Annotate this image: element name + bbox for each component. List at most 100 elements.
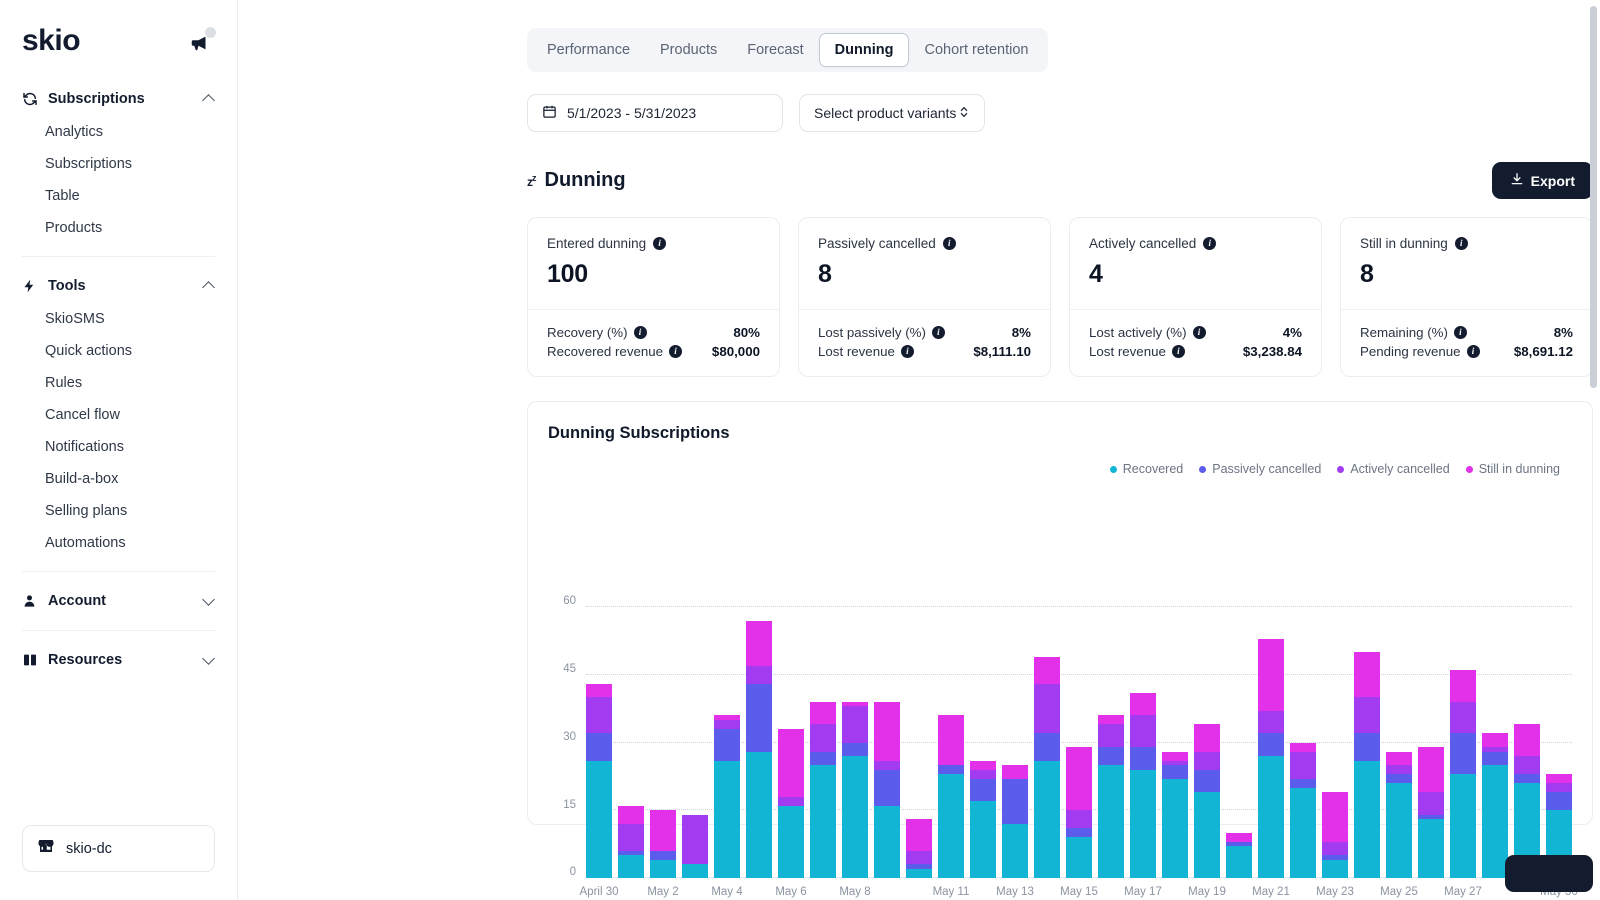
kpi-card-value: 8 [1360, 260, 1374, 288]
sidebar-item-subscriptions[interactable]: Subscriptions [0, 148, 237, 180]
sidebar-item-cancel-flow[interactable]: Cancel flow [0, 399, 237, 431]
kpi-card-actively-cancelled: Actively cancelled i 4 Lost actively (%)… [1069, 217, 1322, 377]
chart-bar[interactable] [1322, 607, 1348, 878]
chart-bar[interactable] [746, 607, 772, 878]
chevron-up-icon[interactable] [203, 280, 215, 292]
export-button[interactable]: Export [1491, 162, 1593, 199]
chart-bar[interactable] [1130, 607, 1156, 878]
chart-bar[interactable] [714, 607, 740, 878]
info-icon[interactable]: i [1453, 326, 1467, 339]
sidebar-group-account[interactable]: Account [0, 584, 237, 618]
sidebar-group-tools[interactable]: Tools [0, 269, 237, 303]
chart-bar[interactable] [1066, 607, 1092, 878]
chart-bar[interactable] [1194, 607, 1220, 878]
sidebar-item-build-a-box[interactable]: Build-a-box [0, 463, 237, 495]
megaphone-icon[interactable] [189, 27, 216, 52]
sidebar-divider [22, 571, 215, 572]
tab-products[interactable]: Products [645, 34, 732, 66]
chart-bar-segment [1098, 747, 1124, 766]
info-icon[interactable]: i [1171, 345, 1185, 358]
chart-bar-segment [586, 697, 612, 734]
info-icon[interactable]: i [1466, 345, 1480, 358]
chart-bar[interactable] [810, 607, 836, 878]
sidebar-item-skiosms[interactable]: SkioSMS [0, 303, 237, 335]
chart-bar-segment [1194, 751, 1220, 770]
chart-bar[interactable] [842, 607, 868, 878]
product-variant-select[interactable]: Select product variants [799, 94, 985, 132]
legend-item[interactable]: Actively cancelled [1337, 462, 1450, 476]
info-icon[interactable]: i [931, 326, 945, 339]
kpi-row-label: Lost revenue [818, 344, 895, 359]
legend-item[interactable]: Recovered [1109, 462, 1183, 476]
sidebar-item-automations[interactable]: Automations [0, 527, 237, 559]
chevron-down-icon[interactable] [203, 654, 215, 666]
chart-bar-segment [1258, 710, 1284, 734]
chart-bar[interactable] [874, 607, 900, 878]
scrollbar-thumb[interactable] [1590, 6, 1597, 388]
sidebar-item-analytics[interactable]: Analytics [0, 116, 237, 148]
chart-bar[interactable] [618, 607, 644, 878]
info-icon[interactable]: i [633, 326, 647, 339]
tab-forecast[interactable]: Forecast [732, 34, 818, 66]
chart-bar[interactable] [1354, 607, 1380, 878]
sidebar-item-notifications[interactable]: Notifications [0, 431, 237, 463]
chevron-up-down-icon [958, 105, 970, 122]
sidebar-group-subscriptions[interactable]: Subscriptions [0, 82, 237, 116]
info-icon[interactable]: i [653, 237, 667, 250]
store-switcher-wrap: skio-dc [0, 825, 237, 900]
chart-bar[interactable] [1258, 607, 1284, 878]
chart-bar[interactable] [1514, 607, 1540, 878]
info-icon[interactable]: i [900, 345, 914, 358]
legend-item[interactable]: Passively cancelled [1199, 462, 1321, 476]
sidebar-item-rules[interactable]: Rules [0, 367, 237, 399]
chart-bar[interactable] [1002, 607, 1028, 878]
chart-bar[interactable] [1290, 607, 1316, 878]
chart-bar-segment [810, 724, 836, 752]
chart-bar[interactable] [1386, 607, 1412, 878]
chart-bar-segment [1546, 774, 1572, 784]
info-icon[interactable]: i [1192, 326, 1206, 339]
chart-bar[interactable] [650, 607, 676, 878]
chart-bar-segment [1386, 774, 1412, 784]
chart-bar[interactable] [682, 607, 708, 878]
chart-bar[interactable] [586, 607, 612, 878]
chevron-up-icon[interactable] [203, 93, 215, 105]
chart-bar-segment [1354, 733, 1380, 761]
chart-bar[interactable] [1098, 607, 1124, 878]
chart-bar-segment [1386, 765, 1412, 775]
tab-cohort-retention[interactable]: Cohort retention [909, 34, 1043, 66]
chart-bar[interactable] [1162, 607, 1188, 878]
chart-bar[interactable] [1034, 607, 1060, 878]
chart-bar[interactable] [970, 607, 996, 878]
store-switcher[interactable]: skio-dc [22, 825, 215, 872]
vertical-scrollbar[interactable] [1590, 6, 1597, 894]
info-icon[interactable]: i [669, 345, 683, 358]
chart-bar[interactable] [1418, 607, 1444, 878]
chart-bar[interactable] [1482, 607, 1508, 878]
tab-dunning[interactable]: Dunning [818, 33, 910, 67]
info-icon[interactable]: i [942, 237, 956, 250]
sidebar-item-products[interactable]: Products [0, 212, 237, 244]
next-section-button[interactable] [1505, 855, 1593, 892]
info-icon[interactable]: i [1203, 237, 1217, 250]
date-range-picker[interactable]: 5/1/2023 - 5/31/2023 [527, 94, 783, 132]
skio-logo[interactable]: skio [22, 26, 81, 56]
chart-bar[interactable] [906, 607, 932, 878]
chart-bar[interactable] [1546, 607, 1572, 878]
chart-bar-segment [1194, 769, 1220, 793]
tab-performance[interactable]: Performance [532, 34, 645, 66]
chart-bar[interactable] [1226, 607, 1252, 878]
chart-bar[interactable] [938, 607, 964, 878]
sidebar-group-resources[interactable]: Resources [0, 643, 237, 677]
chart-bars [586, 607, 1572, 878]
info-icon[interactable]: i [1454, 237, 1468, 250]
chart-bar[interactable] [1450, 607, 1476, 878]
sidebar-item-table[interactable]: Table [0, 180, 237, 212]
sidebar-item-quick-actions[interactable]: Quick actions [0, 335, 237, 367]
chart-bar[interactable] [778, 607, 804, 878]
legend-item[interactable]: Still in dunning [1465, 462, 1560, 476]
kpi-card-label-wrap: Still in dunning i [1360, 236, 1573, 251]
storefront-icon [37, 837, 55, 860]
sidebar-item-selling-plans[interactable]: Selling plans [0, 495, 237, 527]
chevron-down-icon[interactable] [203, 595, 215, 607]
